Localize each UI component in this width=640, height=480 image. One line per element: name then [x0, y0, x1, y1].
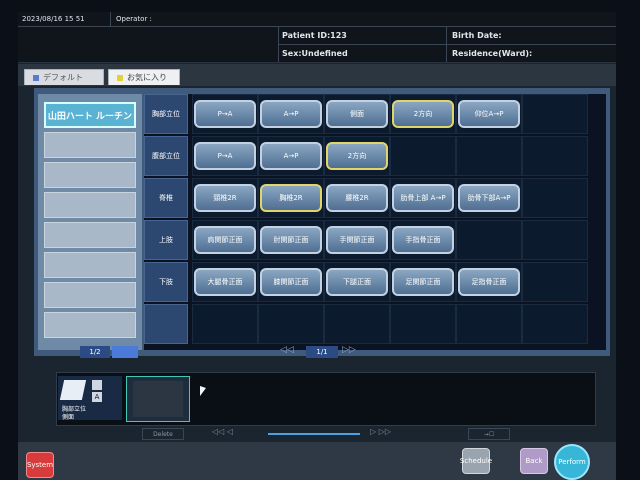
header-divider — [278, 26, 279, 62]
exam-protocol-button[interactable]: A→P — [260, 100, 322, 128]
exam-grid: 胸部立位 P→A A→P 側面 2方向 仰位A→P 腹部立位 P→A A→P 2方向 脊椎 頸椎2R 胸… — [144, 94, 606, 350]
grid-cell — [522, 220, 588, 260]
tab-favorites[interactable]: お気に入り — [108, 69, 180, 85]
row-label: 胸部立位 — [144, 94, 188, 134]
routine-slot-empty[interactable] — [44, 192, 136, 218]
exam-protocol-button[interactable]: 胸椎2R — [260, 184, 322, 212]
exam-protocol-button[interactable]: 頸椎2R — [194, 184, 256, 212]
routine-slot-empty[interactable] — [44, 252, 136, 278]
datetime: 2023/08/16 15 51 — [22, 15, 85, 23]
patient-id: Patient ID:123 — [282, 31, 347, 40]
image-preview — [133, 381, 183, 417]
exam-protocol-button[interactable]: 足指骨正面 — [458, 268, 520, 296]
exam-protocol-button[interactable]: 肘関節正面 — [260, 226, 322, 254]
row-label — [144, 304, 188, 344]
patient-header: 2023/08/16 15 51 Operator : Patient ID:1… — [18, 12, 616, 63]
header-divider — [278, 44, 616, 45]
scroll-left-icon[interactable]: ◁◁ ◁ — [212, 427, 233, 436]
page-prev-icon[interactable]: ◁◁ — [280, 345, 294, 355]
routine-slot-empty[interactable] — [44, 312, 136, 338]
back-button[interactable]: Back — [520, 448, 548, 474]
thumbnail-label-2: 側面 — [62, 414, 75, 421]
grid-cell — [456, 220, 522, 260]
grid-cell — [456, 304, 522, 344]
exam-icon — [59, 380, 87, 400]
header-divider — [446, 26, 447, 62]
grid-cell — [192, 304, 258, 344]
mouse-cursor-icon — [200, 386, 206, 396]
sex: Sex:Undefined — [282, 49, 348, 58]
perform-button[interactable]: Perform — [554, 444, 590, 480]
exam-protocol-button[interactable]: 側面 — [326, 100, 388, 128]
exam-protocol-button[interactable]: 仰位A→P — [458, 100, 520, 128]
exam-protocol-button[interactable]: 腰椎2R — [326, 184, 388, 212]
bottom-bar: System Schedule Back Perform — [18, 442, 616, 480]
grid-page-indicator: 1/1 — [306, 346, 338, 358]
routine-list: 山田ハート ルーチン — [38, 94, 142, 350]
exam-protocol-button[interactable]: 膝関節正面 — [260, 268, 322, 296]
grid-cell — [258, 304, 324, 344]
header-divider — [18, 26, 616, 27]
row-label: 腹部立位 — [144, 136, 188, 176]
exam-protocol-button[interactable]: 肩関節正面 — [194, 226, 256, 254]
exam-protocol-button[interactable]: 下腿正面 — [326, 268, 388, 296]
protocol-panel: 山田ハート ルーチン 胸部立位 P→A A→P 側面 2方向 仰位A→P 腹部立位 P→A A→… — [34, 88, 610, 356]
grid-cell — [522, 304, 588, 344]
residence: Residence(Ward): — [452, 49, 533, 58]
exam-protocol-button[interactable]: 足関節正面 — [392, 268, 454, 296]
page-next-icon[interactable]: ▷▷ — [342, 345, 356, 355]
acquisition-screen: 2023/08/16 15 51 Operator : Patient ID:1… — [18, 12, 616, 480]
marker-a-icon: A — [92, 392, 102, 402]
routine-item[interactable]: 山田ハート ルーチン — [44, 102, 136, 128]
tab-color-icon — [33, 74, 39, 81]
exam-protocol-button[interactable]: 肋骨下部A→P — [458, 184, 520, 212]
grid-cell — [324, 304, 390, 344]
thumbnail-image[interactable] — [126, 376, 190, 422]
exam-protocol-button[interactable]: P→A — [194, 142, 256, 170]
scroll-right-icon[interactable]: ▷ ▷▷ — [370, 427, 391, 436]
grid-cell — [390, 136, 456, 176]
thumbnail-controls: Delete ◁◁ ◁ ▷ ▷▷ →☐ — [128, 427, 528, 440]
header-divider — [110, 12, 111, 26]
grid-cell — [522, 178, 588, 218]
row-label: 脊椎 — [144, 178, 188, 218]
protocol-tabs: デフォルト お気に入り — [18, 64, 616, 86]
exam-protocol-button[interactable]: 手指骨正面 — [392, 226, 454, 254]
exam-protocol-button[interactable]: A→P — [260, 142, 322, 170]
exam-protocol-button[interactable]: 2方向 — [326, 142, 388, 170]
move-button[interactable]: →☐ — [468, 428, 510, 440]
tab-default[interactable]: デフォルト — [24, 69, 104, 85]
exam-protocol-button[interactable]: P→A — [194, 100, 256, 128]
system-button[interactable]: System — [26, 452, 54, 478]
grid-cell — [390, 304, 456, 344]
tab-label: デフォルト — [43, 73, 83, 82]
routine-slot-empty[interactable] — [44, 162, 136, 188]
schedule-button[interactable]: Schedule — [460, 448, 492, 474]
scroll-bar[interactable] — [268, 433, 360, 435]
person-icon — [92, 380, 102, 390]
row-label: 上肢 — [144, 220, 188, 260]
delete-button[interactable]: Delete — [142, 428, 184, 440]
grid-cell — [456, 136, 522, 176]
exam-protocol-button[interactable]: 手関節正面 — [326, 226, 388, 254]
thumbnail-exam[interactable]: A 胸部立位 側面 — [58, 376, 122, 421]
routine-slot-empty[interactable] — [44, 132, 136, 158]
tab-label: お気に入り — [127, 73, 167, 82]
operator-label: Operator : — [116, 15, 152, 23]
exam-protocol-button[interactable]: 肋骨上部 A→P — [392, 184, 454, 212]
left-page-toggle[interactable] — [112, 346, 138, 358]
routine-slot-empty[interactable] — [44, 282, 136, 308]
left-page-indicator: 1/2 — [80, 346, 110, 358]
routine-slot-empty[interactable] — [44, 222, 136, 248]
grid-cell — [522, 262, 588, 302]
tab-color-icon — [117, 74, 123, 81]
row-label: 下肢 — [144, 262, 188, 302]
birth-date: Birth Date: — [452, 31, 502, 40]
exam-protocol-button[interactable]: 大腿骨正面 — [194, 268, 256, 296]
exam-protocol-button[interactable]: 2方向 — [392, 100, 454, 128]
grid-cell — [522, 94, 588, 134]
grid-cell — [522, 136, 588, 176]
